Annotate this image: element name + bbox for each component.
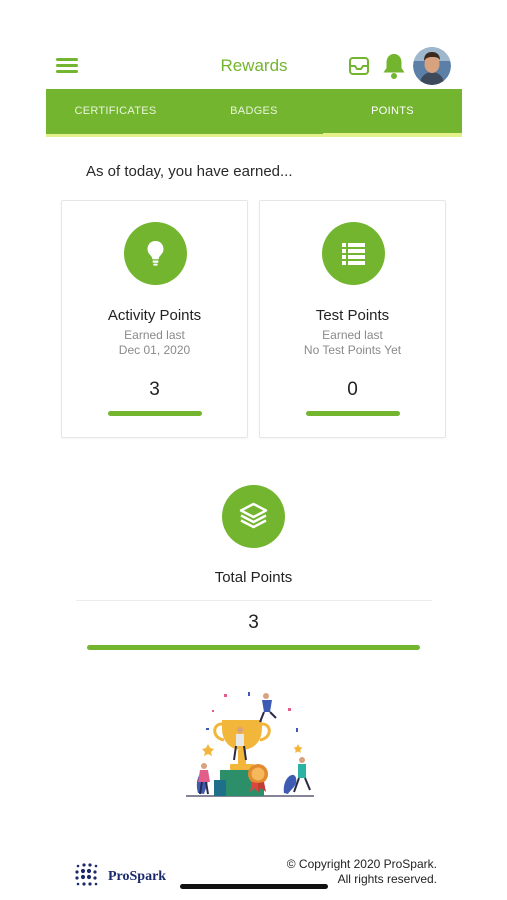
test-points-value: 0 xyxy=(347,379,358,400)
hamburger-menu-icon[interactable] xyxy=(56,56,80,76)
tab-bar: CERTIFICATES BADGES POINTS xyxy=(46,89,462,137)
test-points-bar xyxy=(306,411,400,416)
app-header: Rewards xyxy=(46,44,462,88)
total-points-label: Total Points xyxy=(214,569,293,586)
copyright-line-1: © Copyright 2020 ProSpark. xyxy=(286,857,437,871)
activity-earned-label: Earned last xyxy=(124,328,185,342)
test-earned-label: Earned last xyxy=(322,328,383,342)
test-points-card: Test Points Earned last No Test Points Y… xyxy=(259,200,446,438)
prospark-logo: ProSpark xyxy=(72,860,182,890)
copyright-text: © Copyright 2020 ProSpark. All rights re… xyxy=(287,857,437,887)
tab-points[interactable]: POINTS xyxy=(323,89,462,134)
test-earned-status: No Test Points Yet xyxy=(303,343,402,357)
tab-certificates[interactable]: CERTIFICATES xyxy=(46,89,185,134)
brand-dots-icon xyxy=(75,863,98,886)
tab-badges[interactable]: BADGES xyxy=(185,89,323,134)
total-points-bar xyxy=(87,645,420,650)
trophy-celebration-illustration xyxy=(186,692,314,797)
brand-name: ProSpark xyxy=(108,869,167,884)
activity-earned-date: Dec 01, 2020 xyxy=(118,343,191,357)
test-points-title: Test Points xyxy=(315,307,390,324)
layers-icon xyxy=(222,485,285,548)
home-indicator[interactable] xyxy=(180,884,328,889)
lightbulb-icon xyxy=(124,222,187,285)
inbox-icon[interactable] xyxy=(348,56,370,76)
activity-points-title: Activity Points xyxy=(107,307,202,324)
intro-text: As of today, you have earned... xyxy=(86,163,293,180)
list-icon xyxy=(322,222,385,285)
active-tab-indicator xyxy=(323,133,462,136)
page-title: Rewards xyxy=(220,56,288,75)
bell-icon[interactable] xyxy=(381,52,407,80)
activity-points-value: 3 xyxy=(149,379,160,400)
user-avatar[interactable] xyxy=(413,47,451,85)
activity-points-bar xyxy=(108,411,202,416)
activity-points-card: Activity Points Earned last Dec 01, 2020… xyxy=(61,200,248,438)
divider xyxy=(76,600,432,601)
total-points-value: 3 xyxy=(248,612,259,633)
